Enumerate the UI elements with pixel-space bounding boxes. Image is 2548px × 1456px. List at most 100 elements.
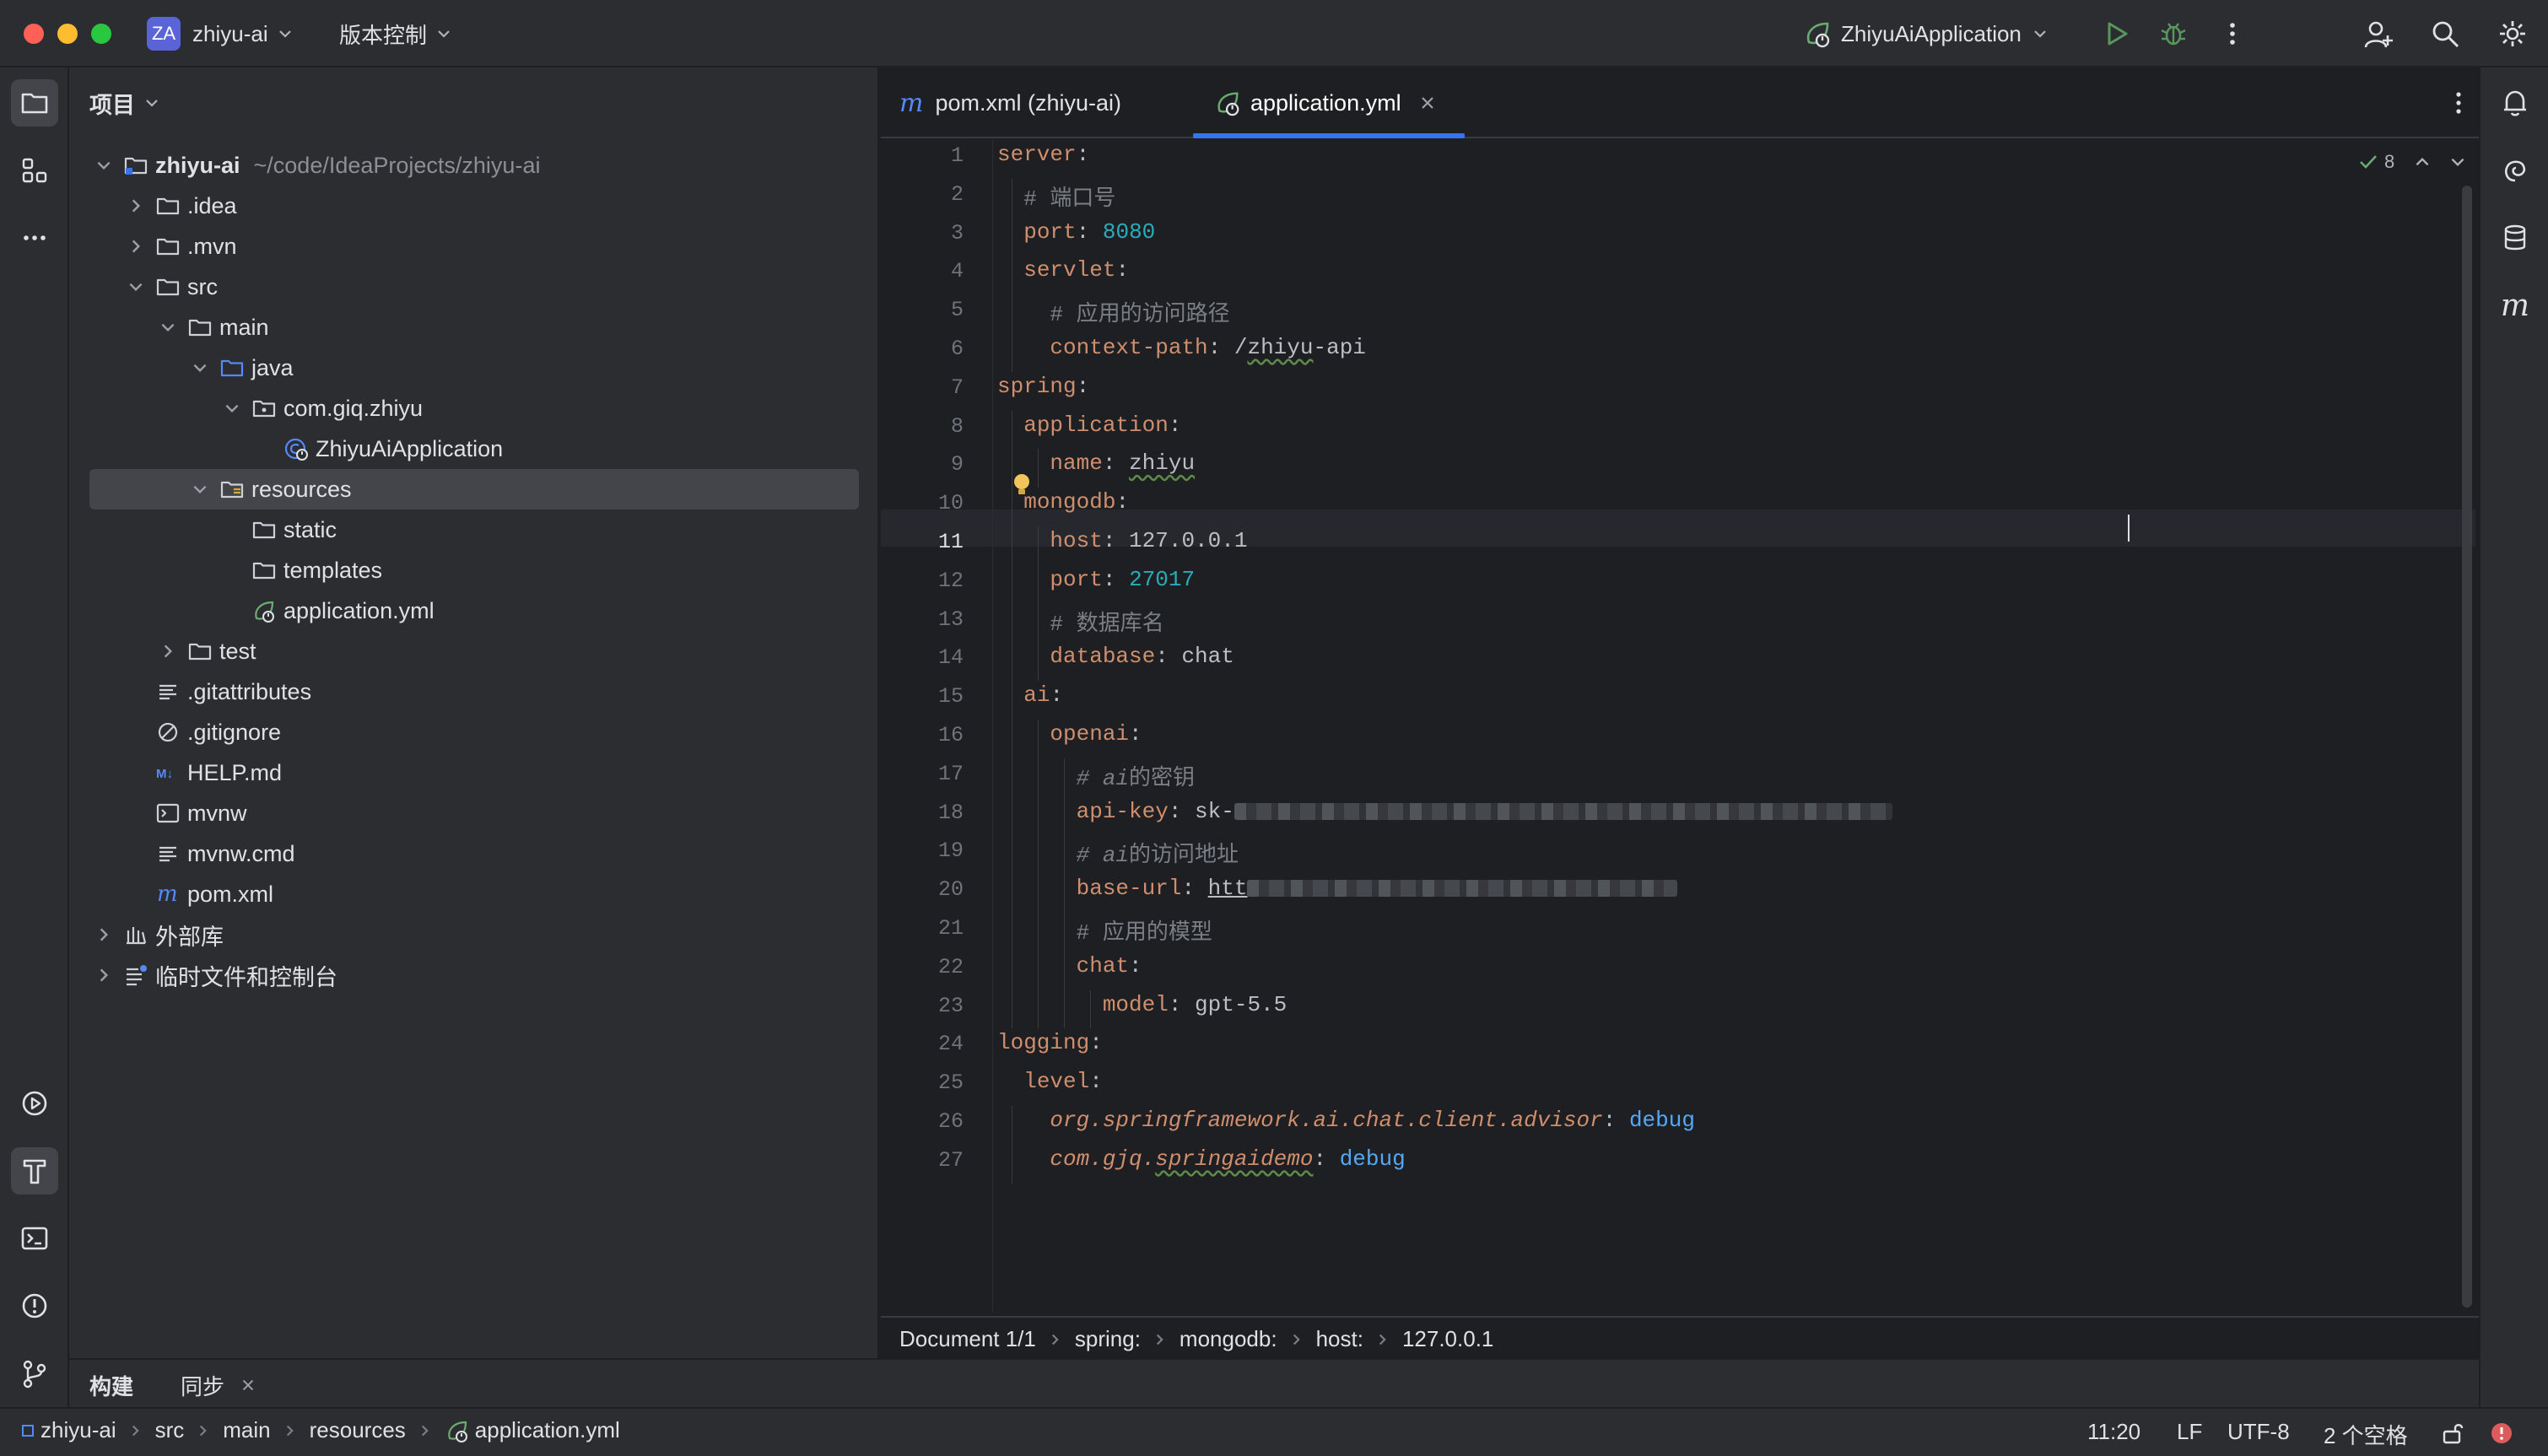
- chevron-right-icon[interactable]: [127, 197, 145, 215]
- terminal-tool-button[interactable]: [11, 1215, 58, 1262]
- tree-item[interactable]: mvnw.cmd: [69, 833, 879, 874]
- chevron-down-icon: [2034, 30, 2046, 38]
- tree-item[interactable]: ZhiyuAiApplication: [69, 429, 879, 469]
- problems-tool-button[interactable]: [11, 1282, 58, 1329]
- chevron-down-icon[interactable]: [191, 480, 209, 499]
- tree-item[interactable]: templates: [69, 550, 879, 590]
- services-tool-button[interactable]: [11, 1080, 58, 1127]
- tree-item[interactable]: .idea: [69, 186, 879, 226]
- notifications-button[interactable]: [2491, 79, 2539, 127]
- chevron-right-icon[interactable]: [159, 642, 177, 661]
- line-separator[interactable]: LF: [2177, 1419, 2202, 1445]
- tree-item[interactable]: com.giq.zhiyu: [69, 388, 879, 429]
- nav-path-item[interactable]: zhiyu-ai: [40, 1417, 116, 1443]
- file-encoding[interactable]: UTF-8: [2227, 1419, 2290, 1445]
- minimize-window-button[interactable]: [57, 24, 78, 44]
- ai-assistant-button[interactable]: [2491, 147, 2539, 194]
- tab-application-yml[interactable]: application.yml: [1213, 67, 1437, 138]
- source-folder-icon: [220, 359, 244, 377]
- more-tools-button[interactable]: [11, 214, 58, 262]
- code-line: port: 8080: [1023, 218, 1156, 245]
- chevron-right-icon[interactable]: [94, 966, 113, 984]
- code-line: level:: [1023, 1069, 1103, 1095]
- tab-options-button[interactable]: [2443, 88, 2474, 118]
- unlock-icon[interactable]: [2440, 1421, 2465, 1446]
- tree-item[interactable]: test: [69, 631, 879, 671]
- settings-button[interactable]: [2497, 19, 2528, 49]
- chevron-down-icon[interactable]: [191, 359, 209, 377]
- chevron-down-icon[interactable]: [2448, 153, 2467, 171]
- search-everywhere-button[interactable]: [2430, 19, 2460, 49]
- error-indicator-icon[interactable]: [2489, 1421, 2514, 1446]
- vertical-scrollbar[interactable]: [2462, 186, 2472, 1308]
- ai-spiral-icon: [2505, 160, 2526, 182]
- database-tool-button[interactable]: [2491, 214, 2539, 262]
- breadcrumb-item[interactable]: 127.0.0.1: [1402, 1326, 1493, 1352]
- chevron-down-icon[interactable]: [94, 156, 113, 175]
- tree-item[interactable]: main: [69, 307, 879, 348]
- tree-item[interactable]: static: [69, 510, 879, 550]
- project-view-selector[interactable]: 项目: [89, 86, 160, 120]
- maven-tool-button[interactable]: m: [2491, 282, 2539, 329]
- chevron-right-icon[interactable]: [127, 237, 145, 256]
- text-file-icon: [159, 846, 176, 862]
- nav-path-item[interactable]: src: [155, 1417, 185, 1443]
- tree-item[interactable]: .gitattributes: [69, 671, 879, 712]
- chevron-down-icon[interactable]: [159, 318, 177, 337]
- maven-icon: m: [157, 882, 178, 907]
- debug-button[interactable]: [2158, 19, 2189, 49]
- tree-item[interactable]: zhiyu-ai ~/code/IdeaProjects/zhiyu-ai: [69, 145, 879, 186]
- tab-build[interactable]: 构建: [89, 1370, 133, 1401]
- close-icon[interactable]: [240, 1377, 256, 1394]
- svg-text:m: m: [157, 882, 178, 907]
- structure-tool-button[interactable]: [11, 147, 58, 194]
- code-with-me-button[interactable]: [2362, 19, 2394, 51]
- build-tool-button[interactable]: [11, 1147, 58, 1194]
- git-branch-icon: [23, 1360, 46, 1389]
- breadcrumb-item[interactable]: mongodb:: [1180, 1326, 1277, 1352]
- tree-item[interactable]: 外部库: [69, 914, 879, 955]
- chevron-down-icon[interactable]: [223, 399, 241, 418]
- tree-item[interactable]: application.yml: [69, 590, 879, 631]
- folder-icon: [156, 238, 180, 256]
- tree-item[interactable]: M↓ HELP.md: [69, 752, 879, 793]
- close-window-button[interactable]: [24, 24, 44, 44]
- close-icon[interactable]: [1418, 94, 1437, 112]
- nav-path-item[interactable]: application.yml: [475, 1417, 620, 1443]
- zoom-window-button[interactable]: [91, 24, 111, 44]
- nav-path-item[interactable]: main: [223, 1417, 270, 1443]
- tab-pom-xml[interactable]: m pom.xml (zhiyu-ai): [899, 67, 1121, 138]
- intention-bulb-icon[interactable]: [1011, 472, 1033, 498]
- tree-item[interactable]: resources: [89, 469, 859, 510]
- breadcrumb-item[interactable]: host:: [1316, 1326, 1363, 1352]
- tree-item[interactable]: mvnw: [69, 793, 879, 833]
- folder-icon: [188, 643, 212, 661]
- nav-path-item[interactable]: resources: [310, 1417, 406, 1443]
- git-tool-button[interactable]: [11, 1350, 58, 1397]
- tree-item[interactable]: 临时文件和控制台: [69, 955, 879, 995]
- tree-item[interactable]: java: [69, 348, 879, 388]
- tree-item[interactable]: .mvn: [69, 226, 879, 267]
- tree-item-label: mvnw: [187, 800, 247, 826]
- tree-item[interactable]: src: [69, 267, 879, 307]
- caret-position[interactable]: 11:20: [2087, 1419, 2140, 1445]
- run-config-selector[interactable]: ZhiyuAiApplication: [1802, 17, 2049, 51]
- tree-item[interactable]: .gitignore: [69, 712, 879, 752]
- vcs-menu[interactable]: 版本控制: [339, 17, 452, 51]
- project-tool-button[interactable]: [11, 79, 58, 127]
- indent-guide: [1064, 758, 1065, 1029]
- chevron-right-icon[interactable]: [94, 925, 113, 944]
- chevron-down-icon[interactable]: [127, 278, 145, 296]
- breadcrumb-item[interactable]: Document 1/1: [899, 1326, 1036, 1352]
- code-line: server:: [997, 142, 1090, 167]
- tree-item[interactable]: m pom.xml: [69, 874, 879, 914]
- indent-setting[interactable]: 2 个空格: [2324, 1419, 2408, 1450]
- breadcrumb-item[interactable]: spring:: [1075, 1326, 1141, 1352]
- redacted-value: [1247, 880, 1678, 898]
- code-area[interactable]: server: # 端口号 port: 8080 servlet: # 应用的访…: [881, 140, 2450, 1313]
- more-actions-button[interactable]: [2217, 19, 2248, 49]
- run-button[interactable]: [2101, 19, 2131, 49]
- project-switcher[interactable]: ZA zhiyu-ai: [147, 17, 294, 51]
- tree-item-label: mvnw.cmd: [187, 840, 295, 866]
- tab-sync[interactable]: 同步: [181, 1370, 224, 1401]
